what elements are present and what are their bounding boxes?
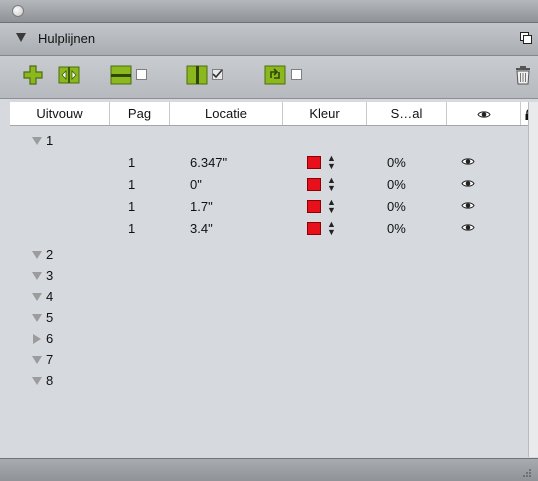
color-swatch[interactable]	[307, 222, 321, 235]
table-row[interactable]: 1 3.4" ▲ ▼ 0%	[10, 218, 538, 240]
column-header-location[interactable]: Locatie	[170, 102, 283, 125]
cell-location[interactable]: 6.347"	[190, 152, 227, 174]
group-row[interactable]: 7	[10, 349, 538, 371]
column-header-page[interactable]: Pag	[110, 102, 170, 125]
guides-toolbar	[0, 56, 538, 99]
table-row[interactable]: 1 0" ▲ ▼ 0%	[10, 174, 538, 196]
column-header-scale[interactable]: S…al	[367, 102, 447, 125]
group-number: 5	[46, 310, 54, 325]
color-swatch[interactable]	[307, 178, 321, 191]
group-number: 3	[46, 268, 54, 283]
group-row[interactable]: 1	[10, 130, 538, 152]
expand-triangle-icon[interactable]	[32, 137, 42, 145]
group-number: 2	[46, 247, 54, 262]
cell-location[interactable]: 0"	[190, 174, 202, 196]
color-stepper-icon[interactable]: ▲ ▼	[327, 154, 336, 171]
expand-triangle-icon[interactable]	[32, 314, 42, 322]
visibility-eye-icon[interactable]	[461, 223, 475, 232]
guide-manager-icon	[58, 66, 80, 84]
color-swatch[interactable]	[307, 200, 321, 213]
locked-guides-button[interactable]	[264, 64, 286, 86]
panel-title: Hulplijnen	[38, 31, 96, 46]
horizontal-guides-button[interactable]	[110, 64, 132, 86]
cell-location[interactable]: 1.7"	[190, 196, 213, 218]
table-header: Uitvouw Pag Locatie Kleur S…al	[10, 102, 538, 126]
color-swatch[interactable]	[307, 156, 321, 169]
group-number: 8	[46, 373, 54, 388]
visibility-eye-icon[interactable]	[461, 179, 475, 188]
column-header-visibility[interactable]	[447, 102, 521, 125]
cell-page: 1	[128, 199, 136, 214]
expand-triangle-icon[interactable]	[32, 356, 42, 364]
group-number: 4	[46, 289, 54, 304]
locked-guides-checkbox[interactable]	[291, 69, 302, 80]
group-number: 6	[46, 331, 54, 346]
cell-page: 1	[128, 155, 136, 170]
expand-triangle-icon[interactable]	[32, 251, 42, 259]
collapsed-triangle-icon[interactable]	[33, 334, 41, 344]
group-row[interactable]: 8	[10, 370, 538, 392]
group-row[interactable]: 5	[10, 307, 538, 329]
column-header-color[interactable]: Kleur	[283, 102, 367, 125]
cell-page: 1	[128, 177, 136, 192]
guide-manager-button[interactable]	[58, 64, 80, 86]
panel-menu-icon[interactable]	[520, 32, 532, 44]
column-header-expand[interactable]: Uitvouw	[10, 102, 110, 125]
collapse-triangle-icon[interactable]	[16, 33, 26, 42]
cell-scale[interactable]: 0%	[387, 152, 406, 174]
guides-panel: Hulplijnen Uitvouw Pag Locatie Kleur S…a…	[0, 0, 538, 481]
expand-triangle-icon[interactable]	[32, 293, 42, 301]
checkmark-icon	[212, 69, 223, 79]
add-guide-icon	[23, 65, 43, 85]
window-titlebar[interactable]	[0, 0, 538, 23]
vertical-guides-checkbox[interactable]	[212, 69, 223, 80]
visibility-eye-icon[interactable]	[461, 157, 475, 166]
color-stepper-icon[interactable]: ▲ ▼	[327, 220, 336, 237]
group-row[interactable]: 6	[10, 328, 538, 350]
cell-page: 1	[128, 221, 136, 236]
eye-icon	[476, 111, 491, 118]
color-stepper-icon[interactable]: ▲ ▼	[327, 176, 336, 193]
expand-triangle-icon[interactable]	[32, 377, 42, 385]
visibility-eye-icon[interactable]	[461, 201, 475, 210]
cell-scale[interactable]: 0%	[387, 218, 406, 240]
table-row[interactable]: 1 6.347" ▲ ▼ 0%	[10, 152, 538, 174]
horizontal-guides-icon	[110, 65, 132, 85]
cell-scale[interactable]: 0%	[387, 196, 406, 218]
group-number: 1	[46, 133, 54, 148]
panel-footer	[0, 458, 538, 481]
locked-guides-icon	[264, 65, 286, 85]
vertical-scrollbar[interactable]	[528, 102, 538, 457]
resize-grip-icon[interactable]	[522, 468, 532, 478]
close-button[interactable]	[12, 5, 24, 17]
delete-icon	[516, 66, 530, 85]
cell-scale[interactable]: 0%	[387, 174, 406, 196]
vertical-guides-button[interactable]	[186, 64, 208, 86]
table-row[interactable]: 1 1.7" ▲ ▼ 0%	[10, 196, 538, 218]
horizontal-guides-checkbox[interactable]	[136, 69, 147, 80]
expand-triangle-icon[interactable]	[32, 272, 42, 280]
group-row[interactable]: 4	[10, 286, 538, 308]
cell-location[interactable]: 3.4"	[190, 218, 213, 240]
group-row[interactable]: 3	[10, 265, 538, 287]
color-stepper-icon[interactable]: ▲ ▼	[327, 198, 336, 215]
add-guide-button[interactable]	[22, 64, 44, 86]
panel-header: Hulplijnen	[0, 23, 538, 56]
delete-guide-button[interactable]	[514, 64, 532, 86]
group-number: 7	[46, 352, 54, 367]
vertical-guides-icon	[186, 65, 208, 85]
guides-table: Uitvouw Pag Locatie Kleur S…al 1 1 6.347…	[10, 102, 538, 457]
group-row[interactable]: 2	[10, 244, 538, 266]
